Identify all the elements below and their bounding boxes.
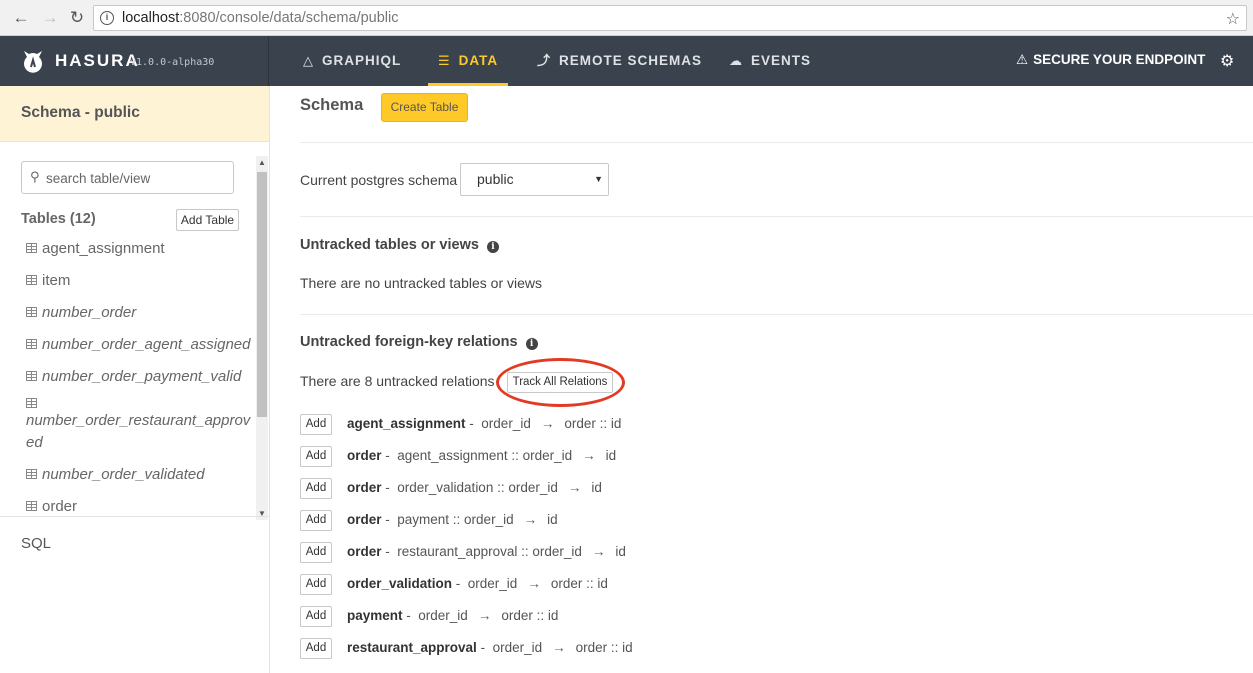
table-icon xyxy=(26,398,37,408)
sidebar-item-number-order-payment-valid[interactable]: number_order_payment_valid xyxy=(26,366,258,388)
untracked-relations-count: There are 8 untracked relations xyxy=(300,373,495,389)
version-label: v1.0.0-alpha30 xyxy=(130,57,215,68)
sidebar-item-agent-assignment[interactable]: agent_assignment xyxy=(26,238,258,260)
arrow-right-icon: → xyxy=(477,608,492,623)
add-table-button[interactable]: Add Table xyxy=(176,209,239,231)
forward-arrow-icon[interactable]: → xyxy=(40,8,60,28)
untracked-tables-text: There are no untracked tables or views xyxy=(300,275,543,291)
untracked-fk-heading: Untracked foreign-key relations i xyxy=(300,334,538,350)
arrow-right-icon: → xyxy=(523,512,538,527)
search-table-field[interactable]: ⚲ xyxy=(21,161,234,194)
secure-endpoint-link[interactable]: ⚠ SECURE YOUR ENDPOINT xyxy=(1016,36,1205,84)
table-icon xyxy=(26,371,37,381)
sidebar-item-item[interactable]: item xyxy=(26,270,258,292)
table-icon xyxy=(26,469,37,479)
table-icon xyxy=(26,307,37,317)
add-relation-button[interactable]: Add xyxy=(300,638,332,659)
add-relation-button[interactable]: Add xyxy=(300,446,332,467)
table-icon xyxy=(26,501,37,511)
page-title: Schema xyxy=(300,96,364,114)
add-relation-button[interactable]: Add xyxy=(300,510,332,531)
warning-icon: ⚠ xyxy=(1016,52,1029,67)
sidebar-item-number-order-restaurant-approved[interactable]: number_order_restaurant_approved xyxy=(26,398,254,454)
add-relation-button[interactable]: Add xyxy=(300,414,332,435)
sidebar-item-sql[interactable]: SQL xyxy=(0,516,269,552)
divider xyxy=(300,216,1253,217)
sidebar-scrollbar[interactable]: ▲ ▼ xyxy=(256,156,268,520)
nav-data[interactable]: ☰ DATA xyxy=(427,36,509,86)
schema-select[interactable]: public ▼ xyxy=(460,163,609,196)
database-icon: ☰ xyxy=(438,53,451,68)
arrow-right-icon: → xyxy=(527,576,541,591)
sidebar-item-number-order-validated[interactable]: number_order_validated xyxy=(26,464,258,486)
arrow-right-icon: → xyxy=(582,448,596,463)
bookmark-star-icon[interactable]: ☆ xyxy=(1226,9,1240,29)
highlight-circle xyxy=(496,358,625,407)
untracked-tables-heading: Untracked tables or views i xyxy=(300,237,499,253)
sidebar-schema-header[interactable]: Schema - public xyxy=(0,86,269,142)
arrow-right-icon: → xyxy=(567,480,582,495)
address-bar[interactable]: i localhost:8080/console/data/schema/pub… xyxy=(93,5,1247,31)
browser-toolbar: ← → ↻ i localhost:8080/console/data/sche… xyxy=(0,0,1253,36)
back-arrow-icon[interactable]: ← xyxy=(11,8,31,28)
flask-icon: △ xyxy=(303,53,314,68)
sidebar-table-panel: ⚲ Tables (12) Add Table agent_assignment… xyxy=(0,142,269,516)
add-relation-button[interactable]: Add xyxy=(300,606,332,627)
info-icon[interactable]: i xyxy=(486,241,499,253)
add-relation-button[interactable]: Add xyxy=(300,574,332,595)
add-relation-button[interactable]: Add xyxy=(300,478,332,499)
plug-icon: ⤴ xyxy=(537,53,552,68)
arrow-right-icon: → xyxy=(552,640,566,655)
sidebar-item-order[interactable]: order xyxy=(26,496,258,516)
scroll-up-icon[interactable]: ▲ xyxy=(258,158,266,167)
table-list: agent_assignment item number_order numbe… xyxy=(26,238,258,516)
reload-icon[interactable]: ↻ xyxy=(67,8,87,28)
divider xyxy=(300,314,1253,315)
sidebar-item-number-order[interactable]: number_order xyxy=(26,302,258,324)
nav-graphiql[interactable]: △ GRAPHIQL xyxy=(303,36,401,86)
chevron-down-icon: ▼ xyxy=(594,174,603,184)
main-content: Schema Create Table Current postgres sch… xyxy=(270,86,1253,673)
hasura-logo-icon xyxy=(24,51,42,73)
arrow-right-icon: → xyxy=(591,544,606,559)
nav-events[interactable]: ☁ EVENTS xyxy=(729,36,811,86)
table-icon xyxy=(26,275,37,285)
scroll-thumb[interactable] xyxy=(257,172,267,417)
brand[interactable]: HASURA v1.0.0-alpha30 xyxy=(0,36,269,86)
nav-remote-schemas[interactable]: ⤴ REMOTE SCHEMAS xyxy=(537,36,702,86)
top-navigation: HASURA v1.0.0-alpha30 △ GRAPHIQL ☰ DATA ⤴ R… xyxy=(0,36,1253,86)
table-icon xyxy=(26,243,37,253)
sidebar: Schema - public ⚲ Tables (12) Add Table … xyxy=(0,86,270,673)
add-relation-button[interactable]: Add xyxy=(300,542,332,563)
search-icon: ⚲ xyxy=(30,169,40,184)
info-icon[interactable]: i xyxy=(525,338,538,350)
url-text: localhost:8080/console/data/schema/publi… xyxy=(122,10,399,26)
cloud-icon: ☁ xyxy=(729,53,743,68)
schema-label: Current postgres schema xyxy=(300,172,458,188)
info-icon[interactable]: i xyxy=(100,11,114,25)
tables-count-heading: Tables (12) xyxy=(21,211,96,227)
sidebar-item-number-order-agent-assigned[interactable]: number_order_agent_assigned xyxy=(26,334,258,356)
brand-name: HASURA xyxy=(55,51,140,70)
search-input[interactable] xyxy=(46,168,226,188)
create-table-button[interactable]: Create Table xyxy=(381,93,468,122)
gear-icon[interactable]: ⚙ xyxy=(1220,51,1234,71)
table-icon xyxy=(26,339,37,349)
arrow-right-icon: → xyxy=(540,416,555,431)
divider xyxy=(300,142,1253,143)
